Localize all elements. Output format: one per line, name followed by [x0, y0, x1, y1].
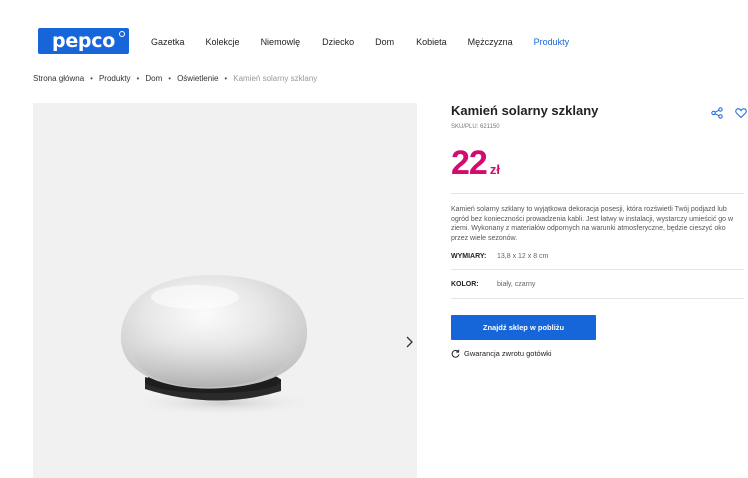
attribute-color: KOLOR: biały, czarny [451, 281, 535, 288]
divider [451, 269, 744, 270]
registered-icon [119, 31, 125, 37]
nav-item-produkty[interactable]: Produkty [534, 37, 570, 47]
breadcrumb-produkty[interactable]: Produkty [99, 74, 131, 83]
divider [451, 193, 744, 194]
guarantee-label: Gwarancja zwrotu gotówki [464, 349, 552, 358]
breadcrumb-separator: • [136, 74, 140, 83]
money-back-guarantee-link[interactable]: Gwarancja zwrotu gotówki [451, 349, 552, 358]
nav-item-dom[interactable]: Dom [375, 37, 394, 47]
main-nav: Gazetka Kolekcje Niemowlę Dziecko Dom Ko… [151, 35, 569, 49]
attribute-value: biały, czarny [497, 281, 536, 288]
breadcrumb-current: Kamień solarny szklany [233, 74, 318, 83]
product-sku: SKU/PLU: 621150 [451, 124, 500, 130]
pepco-logo[interactable]: pepco [38, 28, 129, 54]
nav-item-kobieta[interactable]: Kobieta [416, 37, 447, 47]
nav-item-mezczyzna[interactable]: Mężczyzna [468, 37, 513, 47]
breadcrumb-separator: • [90, 74, 93, 83]
share-icon[interactable] [711, 107, 723, 119]
product-price: 22 zł [451, 146, 500, 180]
product-title: Kamień solarny szklany [451, 103, 599, 118]
attribute-value: 13,8 x 12 x 8 cm [497, 253, 549, 260]
product-image [115, 271, 321, 416]
chevron-right-icon [406, 336, 413, 348]
logo-text: pepco [52, 29, 115, 52]
breadcrumb-home[interactable]: Strona główna [33, 74, 84, 83]
product-description: Kamień solarny szklany to wyjątkowa deko… [451, 206, 734, 242]
price-currency: zł [489, 162, 500, 177]
breadcrumb-dom[interactable]: Dom [145, 74, 162, 83]
breadcrumb-oswietlenie[interactable]: Oświetlenie [177, 74, 218, 83]
breadcrumb-separator: • [224, 74, 228, 83]
attribute-label: KOLOR: [451, 281, 479, 288]
nav-item-dziecko[interactable]: Dziecko [322, 37, 354, 47]
nav-item-gazetka[interactable]: Gazetka [151, 37, 185, 47]
price-value: 22 [451, 144, 488, 182]
attribute-dimensions: WYMIARY: 13,8 x 12 x 8 cm [451, 253, 548, 260]
breadcrumb: Strona główna • Produkty • Dom • Oświetl… [33, 74, 317, 83]
product-gallery[interactable] [33, 103, 417, 478]
refresh-icon [451, 349, 460, 358]
gallery-next-button[interactable] [398, 331, 417, 353]
divider [451, 298, 744, 299]
find-store-button[interactable]: Znajdź sklep w pobliżu [451, 315, 596, 340]
nav-item-niemowle[interactable]: Niemowlę [261, 37, 301, 47]
nav-item-kolekcje[interactable]: Kolekcje [206, 37, 240, 47]
attribute-label: WYMIARY: [451, 253, 487, 260]
breadcrumb-separator: • [168, 74, 172, 83]
heart-icon[interactable] [735, 107, 747, 119]
